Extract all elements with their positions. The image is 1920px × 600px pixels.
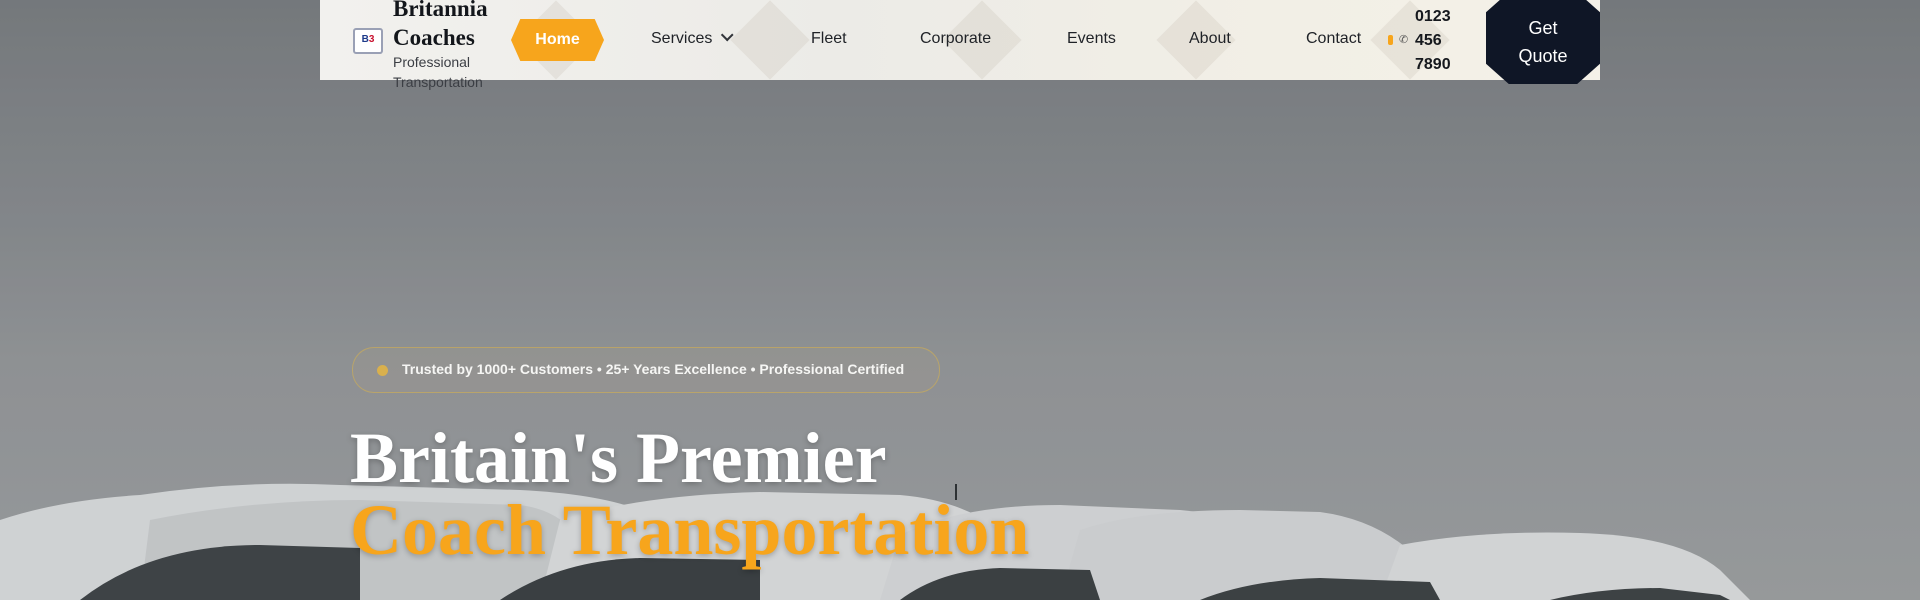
badge-dot-icon xyxy=(377,365,388,376)
nav-contact[interactable]: Contact xyxy=(1306,30,1361,48)
trust-badge-text: Trusted by 1000+ Customers • 25+ Years E… xyxy=(402,361,905,377)
brand-subtitle: Professional Transportation xyxy=(393,54,483,90)
phone-accent xyxy=(1388,35,1393,45)
nav-services-label: Services xyxy=(651,30,713,47)
phone-icon: ✆ xyxy=(1399,33,1409,46)
logo-icon[interactable]: B3 xyxy=(353,28,383,54)
nav-events[interactable]: Events xyxy=(1067,30,1116,48)
get-quote-button[interactable]: Get Quote xyxy=(1486,0,1600,84)
brand-title[interactable]: Britannia Coaches xyxy=(393,0,503,52)
nav-services[interactable]: Services xyxy=(651,28,734,48)
phone-number[interactable]: 0123 456 7890 xyxy=(1415,5,1475,77)
nav-about[interactable]: About xyxy=(1189,30,1231,48)
nav-home[interactable]: Home xyxy=(511,19,604,61)
hero-headline-line2: Coach Transportation xyxy=(350,490,1030,570)
get-quote-label: Get Quote xyxy=(1518,18,1568,66)
hero-headline-line1: Britain's Premier xyxy=(350,418,887,498)
nav-fleet[interactable]: Fleet xyxy=(811,30,847,48)
nav-corporate[interactable]: Corporate xyxy=(920,30,991,48)
trust-badge: Trusted by 1000+ Customers • 25+ Years E… xyxy=(352,347,940,393)
